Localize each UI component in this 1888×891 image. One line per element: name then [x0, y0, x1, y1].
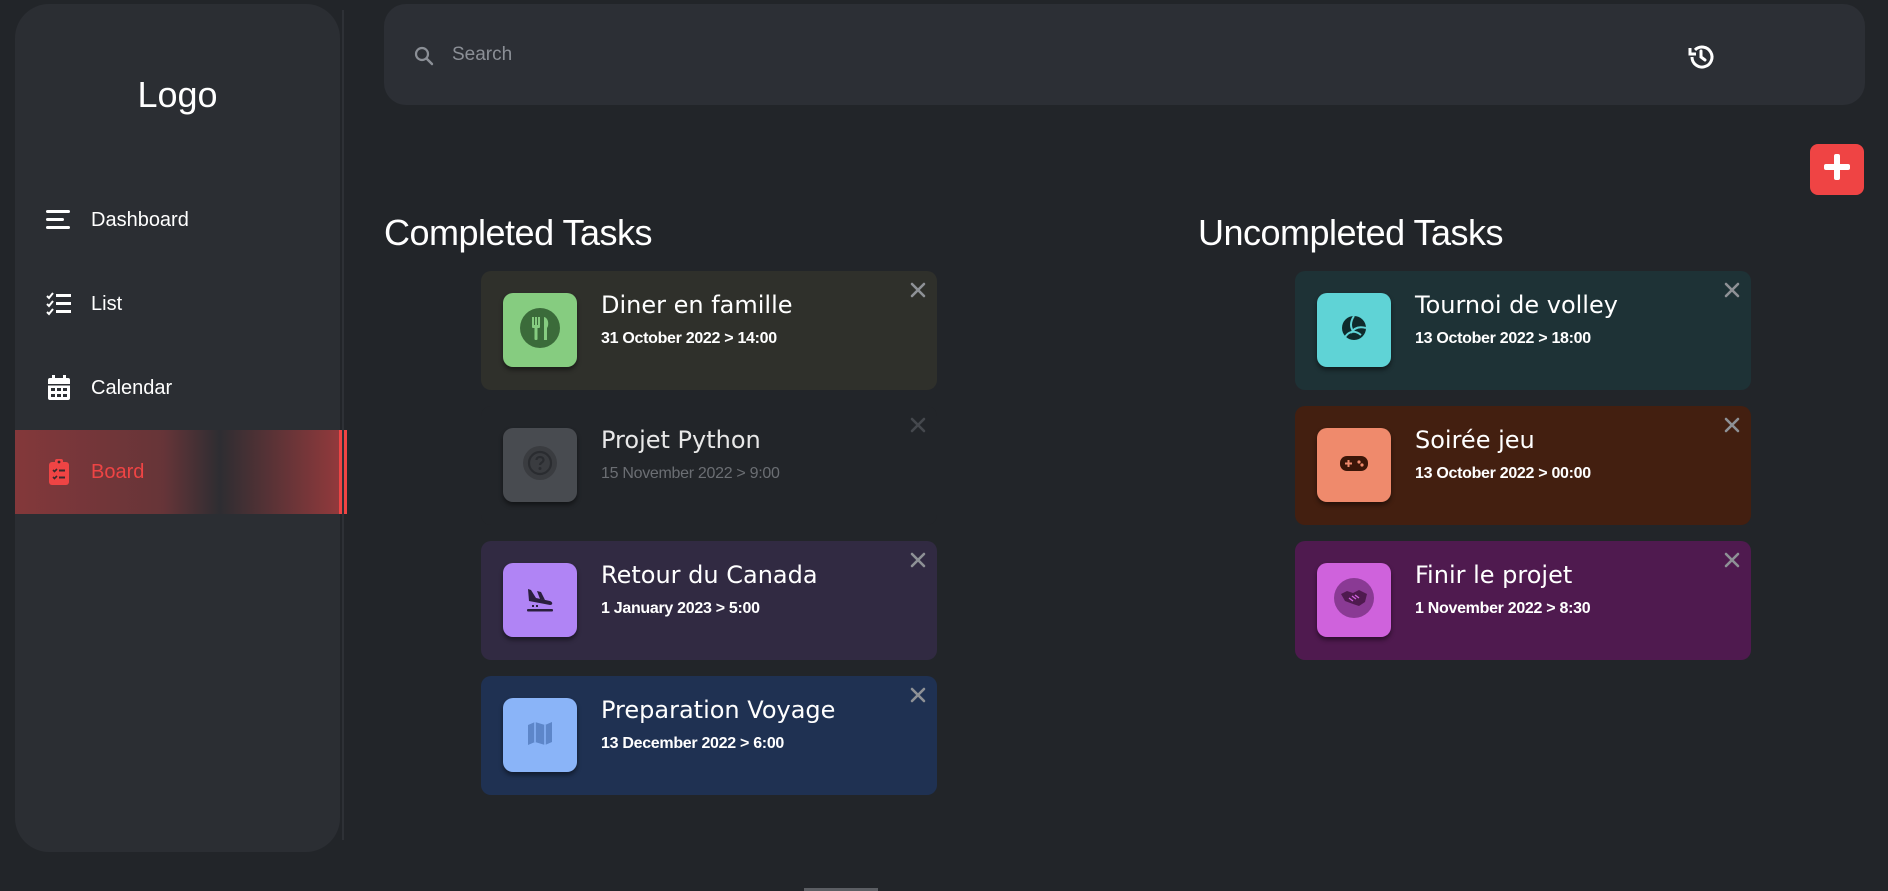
task-title: Diner en famille: [601, 291, 793, 319]
task-icon-tile: [503, 293, 577, 367]
task-title: Preparation Voyage: [601, 696, 836, 724]
sidebar-item-label: Dashboard: [91, 208, 189, 231]
task-date: 1 November 2022 > 8:30: [1415, 600, 1591, 617]
close-icon[interactable]: [905, 547, 931, 573]
task-card[interactable]: Preparation Voyage 13 December 2022 > 6:…: [481, 676, 937, 795]
handshake-icon: [1332, 576, 1376, 625]
task-title: Finir le projet: [1415, 561, 1573, 589]
task-date: 1 January 2023 > 5:00: [601, 600, 760, 617]
app: Logo Dashboard List Calendar Board Searc…: [0, 0, 1888, 891]
search-bar: [384, 4, 1865, 105]
sidebar-divider: [342, 10, 344, 840]
search-input[interactable]: [452, 39, 1052, 71]
task-card[interactable]: Soirée jeu 13 October 2022 > 00:00: [1295, 406, 1751, 525]
sidebar-item-dashboard[interactable]: Dashboard: [15, 178, 345, 262]
task-card[interactable]: Finir le projet 1 November 2022 > 8:30: [1295, 541, 1751, 660]
task-icon-tile: [503, 563, 577, 637]
utensils-icon: [518, 306, 562, 355]
close-icon[interactable]: [905, 682, 931, 708]
checklist-icon: [45, 290, 73, 318]
sidebar-item-label: Board: [91, 460, 145, 483]
sidebar-item-label: Calendar: [91, 376, 173, 399]
sidebar: Logo Dashboard List Calendar Board: [15, 4, 347, 852]
calendar-icon: [45, 374, 73, 402]
task-title: Tournoi de volley: [1415, 291, 1618, 319]
task-date: 13 December 2022 > 6:00: [601, 735, 785, 752]
sidebar-item-list[interactable]: List: [15, 262, 345, 346]
task-icon-tile: [1317, 293, 1391, 367]
sidebar-item-calendar[interactable]: Calendar: [15, 346, 345, 430]
volleyball-icon: [1337, 311, 1371, 350]
task-card[interactable]: Tournoi de volley 13 October 2022 > 18:0…: [1295, 271, 1751, 390]
task-card[interactable]: Diner en famille 31 October 2022 > 14:00: [481, 271, 937, 390]
task-date: 13 October 2022 > 18:00: [1415, 330, 1591, 347]
task-date: 31 October 2022 > 14:00: [601, 330, 777, 347]
close-icon[interactable]: [905, 412, 931, 438]
task-title: Retour du Canada: [601, 561, 818, 589]
task-icon-tile: [1317, 428, 1391, 502]
sidebar-item-label: List: [91, 292, 123, 315]
map-icon: [520, 713, 560, 758]
history-icon[interactable]: [1686, 42, 1716, 77]
close-icon[interactable]: [1719, 547, 1745, 573]
plane-landing-icon: [520, 578, 560, 623]
logo: Logo: [137, 74, 218, 115]
plus-icon: [1823, 153, 1851, 186]
task-title: Projet Python: [601, 426, 761, 454]
gamepad-icon: [1335, 444, 1373, 487]
menu-icon: [45, 206, 73, 234]
uncompleted-tasks-title: Uncompleted Tasks: [1198, 212, 1504, 253]
sidebar-nav: Dashboard List Calendar Board: [15, 178, 347, 514]
close-icon[interactable]: [905, 277, 931, 303]
task-icon-tile: [503, 698, 577, 772]
task-icon-tile: [1317, 563, 1391, 637]
task-date: 15 November 2022 > 9:00: [601, 465, 780, 482]
search-icon: [414, 46, 434, 71]
task-date: 13 October 2022 > 00:00: [1415, 465, 1591, 482]
add-task-button[interactable]: [1810, 144, 1864, 195]
task-card[interactable]: Retour du Canada 1 January 2023 > 5:00: [481, 541, 937, 660]
task-icon-tile: [503, 428, 577, 502]
sidebar-item-board[interactable]: Board: [15, 430, 347, 514]
task-card[interactable]: Projet Python 15 November 2022 > 9:00: [481, 406, 937, 525]
clipboard-icon: [45, 458, 73, 486]
task-title: Soirée jeu: [1415, 426, 1535, 454]
close-icon[interactable]: [1719, 412, 1745, 438]
completed-tasks-title: Completed Tasks: [384, 212, 652, 253]
close-icon[interactable]: [1719, 277, 1745, 303]
question-icon: [520, 443, 560, 488]
